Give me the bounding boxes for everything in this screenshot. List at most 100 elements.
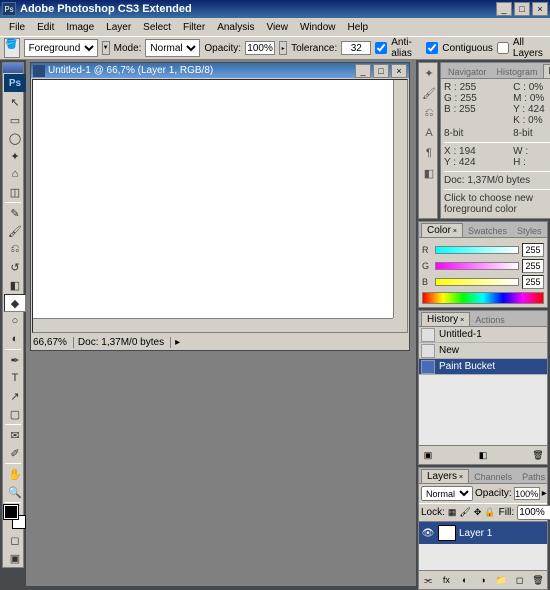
eraser-tool[interactable]: ◧ bbox=[4, 276, 26, 294]
crop-tool[interactable]: ⌂ bbox=[4, 165, 26, 183]
new-group-button[interactable]: 📁 bbox=[494, 573, 508, 587]
minimize-button[interactable]: _ bbox=[496, 2, 512, 16]
blend-mode-select[interactable]: Normal bbox=[421, 486, 473, 501]
paint-bucket-tool[interactable]: ◆ bbox=[4, 294, 26, 312]
menu-view[interactable]: View bbox=[261, 21, 293, 34]
tab-history[interactable]: History× bbox=[421, 312, 470, 326]
quick-mask-toggle[interactable]: ◻ bbox=[4, 531, 26, 549]
tab-styles[interactable]: Styles bbox=[512, 225, 547, 237]
hand-tool[interactable]: ✋ bbox=[4, 465, 26, 483]
color-swatches[interactable] bbox=[4, 505, 26, 529]
layer-mask-button[interactable]: ◐ bbox=[458, 573, 472, 587]
fill-source-select[interactable]: Foreground bbox=[24, 39, 98, 57]
layer-name[interactable]: Layer 1 bbox=[459, 528, 492, 539]
screen-mode-toggle[interactable]: ▣ bbox=[4, 549, 26, 567]
dodge-tool[interactable]: ◐ bbox=[4, 330, 26, 348]
layer-fill-input[interactable] bbox=[517, 505, 550, 520]
zoom-tool[interactable]: 🔍 bbox=[4, 483, 26, 501]
wand-tool[interactable]: ✦ bbox=[4, 147, 26, 165]
scrollbar-vertical[interactable] bbox=[393, 80, 407, 318]
clone-source-icon[interactable]: ⎌ bbox=[421, 105, 437, 121]
opacity-input[interactable] bbox=[245, 41, 275, 55]
layer-style-button[interactable]: fx bbox=[439, 573, 453, 587]
close-button[interactable]: × bbox=[532, 2, 548, 16]
fg-color-swatch[interactable] bbox=[4, 505, 18, 519]
lasso-tool[interactable]: ◯ bbox=[4, 129, 26, 147]
tab-layers[interactable]: Layers× bbox=[421, 469, 469, 483]
history-snapshot-button[interactable]: ◧ bbox=[476, 448, 490, 462]
tool-presets-icon[interactable]: ✦ bbox=[421, 65, 437, 81]
menu-image[interactable]: Image bbox=[61, 21, 99, 34]
history-step-paintbucket[interactable]: Paint Bucket bbox=[419, 359, 547, 375]
history-delete-button[interactable]: 🗑 bbox=[531, 448, 545, 462]
character-icon[interactable]: A bbox=[421, 125, 437, 141]
menu-edit[interactable]: Edit bbox=[32, 21, 59, 34]
slice-tool[interactable]: ◫ bbox=[4, 183, 26, 201]
visibility-icon[interactable]: 👁 bbox=[421, 526, 435, 540]
input-g[interactable] bbox=[522, 259, 544, 273]
stamp-tool[interactable]: ⎌ bbox=[4, 240, 26, 258]
menu-select[interactable]: Select bbox=[138, 21, 176, 34]
layer-thumbnail[interactable] bbox=[438, 525, 456, 541]
doc-maximize-button[interactable]: □ bbox=[373, 64, 389, 78]
adjustment-layer-button[interactable]: ◑ bbox=[476, 573, 490, 587]
history-new-doc-button[interactable]: ▣ bbox=[421, 448, 435, 462]
pen-tool[interactable]: ✒ bbox=[4, 351, 26, 369]
history-brush-tool[interactable]: ↺ bbox=[4, 258, 26, 276]
history-step-new[interactable]: New bbox=[419, 343, 547, 359]
tab-color[interactable]: Color× bbox=[421, 223, 463, 237]
lock-pixels-icon[interactable]: 🖌 bbox=[459, 507, 470, 519]
input-r[interactable] bbox=[522, 243, 544, 257]
menu-analysis[interactable]: Analysis bbox=[212, 21, 259, 34]
all-layers-checkbox[interactable] bbox=[497, 42, 509, 54]
slider-g[interactable] bbox=[435, 262, 519, 270]
tab-channels[interactable]: Channels bbox=[469, 471, 517, 483]
path-tool[interactable]: ↗ bbox=[4, 387, 26, 405]
antialias-checkbox[interactable] bbox=[375, 42, 387, 54]
contiguous-checkbox[interactable] bbox=[426, 42, 438, 54]
tab-paths[interactable]: Paths bbox=[517, 471, 550, 483]
menu-window[interactable]: Window bbox=[295, 21, 341, 34]
layer-row[interactable]: 👁 Layer 1 bbox=[419, 522, 547, 544]
type-tool[interactable]: T bbox=[4, 369, 26, 387]
tolerance-input[interactable] bbox=[341, 41, 371, 55]
layer-opacity-dropdown[interactable]: ▸ bbox=[542, 488, 547, 499]
canvas[interactable] bbox=[32, 79, 408, 333]
color-spectrum[interactable] bbox=[422, 292, 544, 304]
new-layer-button[interactable]: ◻ bbox=[513, 573, 527, 587]
history-snapshot[interactable]: Untitled-1 bbox=[419, 327, 547, 343]
tab-histogram[interactable]: Histogram bbox=[492, 66, 543, 78]
shape-tool[interactable]: ▢ bbox=[4, 405, 26, 423]
scrollbar-horizontal[interactable] bbox=[33, 318, 393, 332]
input-b[interactable] bbox=[522, 275, 544, 289]
doc-minimize-button[interactable]: _ bbox=[355, 64, 371, 78]
delete-layer-button[interactable]: 🗑 bbox=[531, 573, 545, 587]
zoom-value[interactable]: 66,67% bbox=[33, 337, 74, 348]
eyedropper-tool[interactable]: ✐ bbox=[4, 444, 26, 462]
slider-b[interactable] bbox=[435, 278, 519, 286]
lock-all-icon[interactable]: 🔒 bbox=[484, 507, 495, 519]
marquee-tool[interactable]: ▭ bbox=[4, 111, 26, 129]
lock-transparency-icon[interactable]: ▦ bbox=[448, 507, 457, 519]
menu-file[interactable]: File bbox=[4, 21, 30, 34]
opacity-dropdown[interactable]: ▸ bbox=[279, 41, 287, 55]
brush-tool[interactable]: 🖌 bbox=[4, 222, 26, 240]
tab-actions[interactable]: Actions bbox=[470, 314, 510, 326]
doc-close-button[interactable]: × bbox=[391, 64, 407, 78]
paragraph-icon[interactable]: ¶ bbox=[421, 145, 437, 161]
toolbox-grip[interactable] bbox=[3, 63, 23, 73]
notes-tool[interactable]: ✉ bbox=[4, 426, 26, 444]
move-tool[interactable]: ↖ bbox=[4, 93, 26, 111]
document-titlebar[interactable]: Untitled-1 @ 66,7% (Layer 1, RGB/8) _ □ … bbox=[31, 63, 409, 78]
slider-r[interactable] bbox=[435, 246, 519, 254]
pattern-picker[interactable]: ▼ bbox=[102, 41, 110, 55]
link-layers-button[interactable]: ⫘ bbox=[421, 573, 435, 587]
tab-navigator[interactable]: Navigator bbox=[443, 66, 492, 78]
layer-comps-icon[interactable]: ◧ bbox=[421, 165, 437, 181]
menu-layer[interactable]: Layer bbox=[101, 21, 136, 34]
menu-filter[interactable]: Filter bbox=[178, 21, 210, 34]
tab-info[interactable]: Info× bbox=[543, 64, 550, 78]
mode-select[interactable]: Normal bbox=[145, 39, 200, 57]
blur-tool[interactable]: ○ bbox=[4, 312, 26, 330]
heal-tool[interactable]: ✎ bbox=[4, 204, 26, 222]
